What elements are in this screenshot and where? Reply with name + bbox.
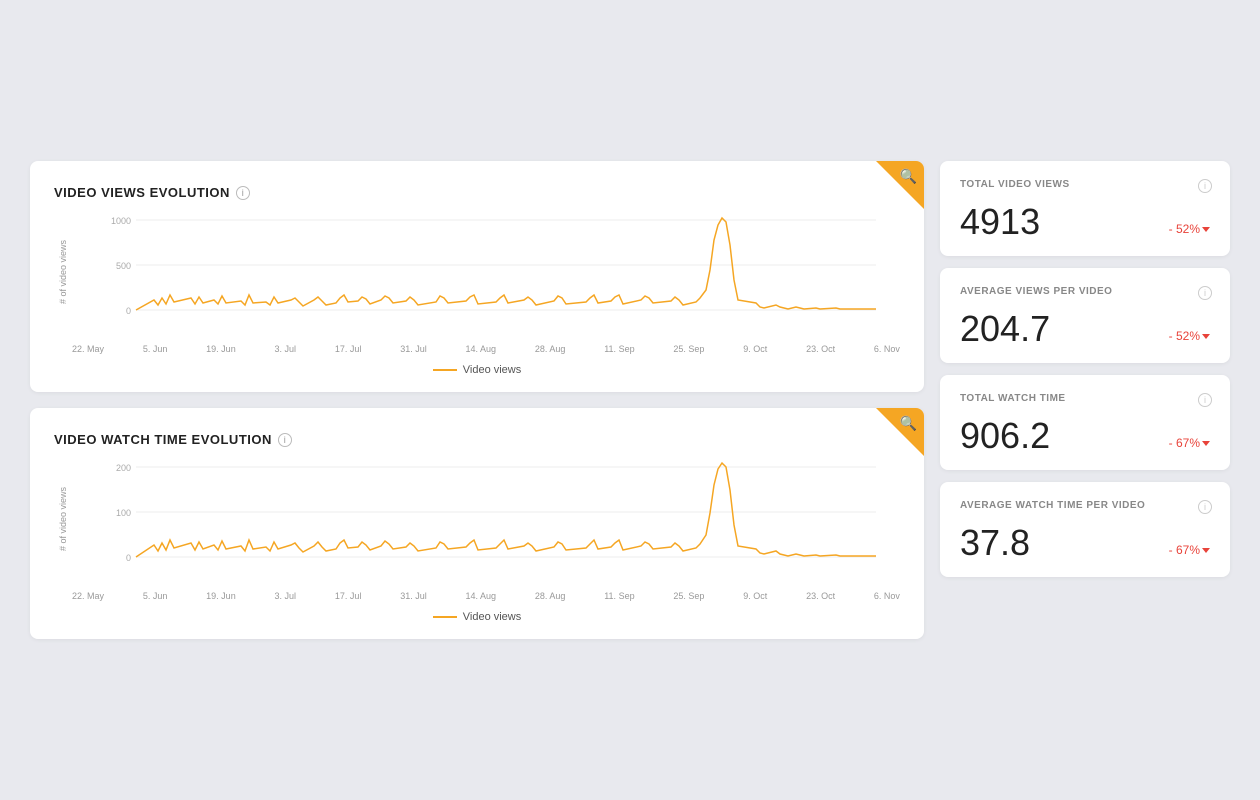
chart-area-watch: # of video views 200 100 0: [54, 457, 900, 623]
chart-info-icon-views[interactable]: i: [236, 186, 250, 200]
chart-title-watch: VIDEO WATCH TIME EVOLUTION i: [54, 432, 900, 447]
x-label: 31. Jul: [400, 591, 427, 601]
stat-change-total-views: - 52%: [1169, 222, 1210, 236]
x-label: 11. Sep: [604, 591, 634, 601]
x-label: 14. Aug: [466, 591, 497, 601]
chart-title-views: VIDEO VIEWS EVOLUTION i: [54, 185, 900, 200]
stat-row-total-views: 4913 - 52%: [960, 204, 1210, 240]
x-label: 22. May: [72, 344, 104, 354]
x-label: 6. Nov: [874, 591, 900, 601]
x-axis-labels-watch: 22. May 5. Jun 19. Jun 3. Jul 17. Jul 31…: [72, 589, 900, 601]
stat-card-total-watch: TOTAL WATCH TIME i 906.2 - 67%: [940, 375, 1230, 470]
stat-info-icon-avg-watch[interactable]: i: [1198, 500, 1212, 514]
x-axis-labels-views: 22. May 5. Jun 19. Jun 3. Jul 17. Jul 31…: [72, 342, 900, 354]
stat-value-avg-watch: 37.8: [960, 525, 1030, 561]
dashboard: VIDEO VIEWS EVOLUTION i 🔍 # of video vie…: [0, 131, 1260, 669]
x-label: 25. Sep: [673, 344, 704, 354]
y-axis-label-watch: # of video views: [54, 457, 68, 581]
x-label: 23. Oct: [806, 344, 835, 354]
stat-row-avg-watch: 37.8 - 67%: [960, 525, 1210, 561]
stat-label-total-watch: TOTAL WATCH TIME: [960, 393, 1210, 404]
svg-text:0: 0: [126, 553, 131, 563]
x-label: 9. Oct: [743, 591, 767, 601]
stat-value-avg-views: 204.7: [960, 311, 1050, 347]
triangle-down-icon-avg: [1202, 334, 1210, 339]
x-label: 3. Jul: [275, 344, 297, 354]
stat-change-avg-watch: - 67%: [1169, 543, 1210, 557]
right-panel: TOTAL VIDEO VIEWS i 4913 - 52% AVERAGE V…: [940, 161, 1230, 639]
stat-card-avg-watch: AVERAGE WATCH TIME PER VIDEO i 37.8 - 67…: [940, 482, 1230, 577]
x-label: 5. Jun: [143, 344, 168, 354]
chart-inner-views: 1000 500 0 22. May 5. Jun 19. Jun 3. Jul…: [72, 210, 900, 354]
x-label: 6. Nov: [874, 344, 900, 354]
x-label: 17. Jul: [335, 344, 362, 354]
triangle-down-icon-avg-watch: [1202, 548, 1210, 553]
stat-card-total-views: TOTAL VIDEO VIEWS i 4913 - 52%: [940, 161, 1230, 256]
stat-label-avg-views: AVERAGE VIEWS PER VIDEO: [960, 286, 1210, 297]
chart-area-views: # of video views 1000 500 0: [54, 210, 900, 376]
stat-value-total-watch: 906.2: [960, 418, 1050, 454]
x-label: 5. Jun: [143, 591, 168, 601]
stat-value-total-views: 4913: [960, 204, 1040, 240]
x-label: 19. Jun: [206, 344, 236, 354]
svg-text:200: 200: [116, 463, 131, 473]
stat-info-icon-avg-views[interactable]: i: [1198, 286, 1212, 300]
svg-text:500: 500: [116, 261, 131, 271]
stat-info-icon-total-watch[interactable]: i: [1198, 393, 1212, 407]
chart-title-watch-text: VIDEO WATCH TIME EVOLUTION: [54, 432, 272, 447]
chart-legend-views: Video views: [54, 364, 900, 376]
chart-inner-watch: 200 100 0 22. May 5. Jun 19. Jun 3. Jul …: [72, 457, 900, 601]
x-label: 31. Jul: [400, 344, 427, 354]
stat-label-avg-watch: AVERAGE WATCH TIME PER VIDEO: [960, 500, 1210, 511]
stat-change-total-watch: - 67%: [1169, 436, 1210, 450]
stat-label-total-views: TOTAL VIDEO VIEWS: [960, 179, 1210, 190]
legend-label-views: Video views: [463, 364, 522, 376]
left-panel: VIDEO VIEWS EVOLUTION i 🔍 # of video vie…: [30, 161, 924, 639]
chart-title-text: VIDEO VIEWS EVOLUTION: [54, 185, 230, 200]
x-label: 11. Sep: [604, 344, 634, 354]
stat-change-text-avg-watch: - 67%: [1169, 543, 1200, 557]
search-icon-views: 🔍: [900, 168, 917, 185]
triangle-down-icon-total-watch: [1202, 441, 1210, 446]
video-watch-time-card: VIDEO WATCH TIME EVOLUTION i 🔍 # of vide…: [30, 408, 924, 639]
stat-row-avg-views: 204.7 - 52%: [960, 311, 1210, 347]
video-views-card: VIDEO VIEWS EVOLUTION i 🔍 # of video vie…: [30, 161, 924, 392]
chart-svg-watch: 200 100 0: [72, 457, 900, 587]
stat-info-icon-total-views[interactable]: i: [1198, 179, 1212, 193]
search-icon-watch: 🔍: [900, 415, 917, 432]
x-label: 22. May: [72, 591, 104, 601]
stat-card-avg-views: AVERAGE VIEWS PER VIDEO i 204.7 - 52%: [940, 268, 1230, 363]
x-label: 23. Oct: [806, 591, 835, 601]
svg-text:1000: 1000: [111, 216, 131, 226]
x-label: 3. Jul: [275, 591, 297, 601]
chart-svg-views: 1000 500 0: [72, 210, 900, 340]
legend-label-watch: Video views: [463, 611, 522, 623]
stat-change-text-avg-views: - 52%: [1169, 329, 1200, 343]
svg-text:100: 100: [116, 508, 131, 518]
legend-line-icon: [433, 369, 457, 371]
chart-info-icon-watch[interactable]: i: [278, 433, 292, 447]
x-label: 19. Jun: [206, 591, 236, 601]
x-label: 25. Sep: [673, 591, 704, 601]
x-label: 9. Oct: [743, 344, 767, 354]
y-axis-label-views: # of video views: [54, 210, 68, 334]
x-label: 28. Aug: [535, 344, 566, 354]
x-label: 17. Jul: [335, 591, 362, 601]
legend-line-icon-watch: [433, 616, 457, 618]
stat-change-text: - 52%: [1169, 222, 1200, 236]
stat-change-text-total-watch: - 67%: [1169, 436, 1200, 450]
x-label: 28. Aug: [535, 591, 566, 601]
stat-change-avg-views: - 52%: [1169, 329, 1210, 343]
svg-text:0: 0: [126, 306, 131, 316]
chart-legend-watch: Video views: [54, 611, 900, 623]
x-label: 14. Aug: [466, 344, 497, 354]
stat-row-total-watch: 906.2 - 67%: [960, 418, 1210, 454]
triangle-down-icon: [1202, 227, 1210, 232]
